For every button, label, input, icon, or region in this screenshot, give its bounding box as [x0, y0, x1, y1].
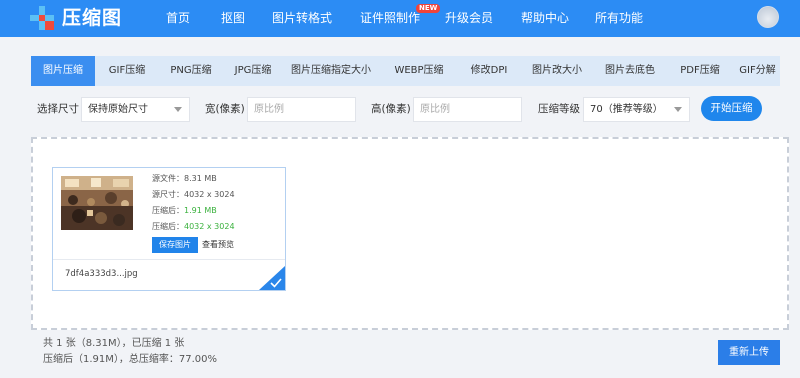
nav-id-photo[interactable]: 证件照制作 [360, 10, 420, 26]
size-label: 选择尺寸 [37, 103, 79, 115]
tab-compress-to-size[interactable]: 图片压缩指定大小 [283, 56, 379, 86]
summary-ratio: 压缩后（1.91M），总压缩率：77.00% [43, 354, 218, 365]
tab-resize-image[interactable]: 图片改大小 [519, 56, 595, 86]
level-select-value: 70（推荐等级） [590, 104, 663, 115]
level-select[interactable]: 70（推荐等级） [583, 97, 690, 122]
nav-image-convert[interactable]: 图片转格式 [272, 10, 332, 26]
logo-icon[interactable] [30, 6, 54, 30]
app-name[interactable]: 压缩图 [62, 6, 122, 30]
chevron-down-icon [674, 107, 682, 112]
card-divider [53, 259, 285, 260]
start-compress-button[interactable]: 开始压缩 [701, 96, 762, 121]
tab-gif-split[interactable]: GIF分解 [735, 56, 780, 86]
reupload-button[interactable]: 重新上传 [718, 340, 780, 365]
nav-help[interactable]: 帮助中心 [521, 10, 569, 26]
tab-remove-background[interactable]: 图片去底色 [595, 56, 665, 86]
new-badge: NEW [416, 4, 441, 13]
view-preview-link[interactable]: 查看预览 [202, 237, 234, 253]
source-size: 源文件：8.31 MB [152, 174, 217, 183]
tab-image-compress[interactable]: 图片压缩 [31, 56, 95, 86]
compressed-dims-label: 压缩后： [152, 222, 184, 231]
nav-all-features[interactable]: 所有功能 [595, 10, 643, 26]
image-thumbnail[interactable] [61, 176, 133, 230]
chevron-down-icon [174, 107, 182, 112]
tab-png-compress[interactable]: PNG压缩 [159, 56, 223, 86]
width-input[interactable] [247, 97, 356, 122]
nav-cutout[interactable]: 抠图 [221, 10, 245, 26]
tool-tabs: 图片压缩 GIF压缩 PNG压缩 JPG压缩 图片压缩指定大小 WEBP压缩 修… [31, 56, 780, 86]
compressed-size: 压缩后：1.91 MB [152, 206, 217, 216]
compressed-dims-value: 4032 x 3024 [184, 222, 235, 231]
width-label: 宽(像素) [205, 103, 245, 115]
compressed-size-value: 1.91 MB [184, 206, 217, 215]
tab-pdf-compress[interactable]: PDF压缩 [665, 56, 735, 86]
user-avatar[interactable] [757, 6, 779, 28]
compressed-size-label: 压缩后： [152, 206, 184, 215]
file-card: 源文件：8.31 MB 源尺寸：4032 x 3024 压缩后：1.91 MB … [52, 167, 286, 291]
file-name: 7df4a333d3...jpg [65, 269, 138, 279]
check-icon [259, 266, 285, 290]
height-label: 高(像素) [371, 103, 411, 115]
summary-count: 共 1 张（8.31M），已压缩 1 张 [43, 338, 185, 349]
compressed-dimensions: 压缩后：4032 x 3024 [152, 222, 235, 232]
size-select[interactable]: 保持原始尺寸 [81, 97, 190, 122]
save-image-button[interactable]: 保存图片 [152, 237, 198, 253]
tab-webp-compress[interactable]: WEBP压缩 [379, 56, 459, 86]
height-input[interactable] [413, 97, 522, 122]
nav-home[interactable]: 首页 [166, 10, 190, 26]
source-dimensions: 源尺寸：4032 x 3024 [152, 190, 235, 199]
level-label: 压缩等级 [538, 103, 580, 115]
nav-upgrade[interactable]: 升级会员 [445, 10, 493, 26]
tab-gif-compress[interactable]: GIF压缩 [95, 56, 159, 86]
tab-modify-dpi[interactable]: 修改DPI [459, 56, 519, 86]
tab-jpg-compress[interactable]: JPG压缩 [223, 56, 283, 86]
top-nav-bar: 压缩图 首页 抠图 图片转格式 证件照制作 NEW 升级会员 帮助中心 所有功能 [0, 0, 800, 37]
size-select-value: 保持原始尺寸 [88, 104, 148, 115]
